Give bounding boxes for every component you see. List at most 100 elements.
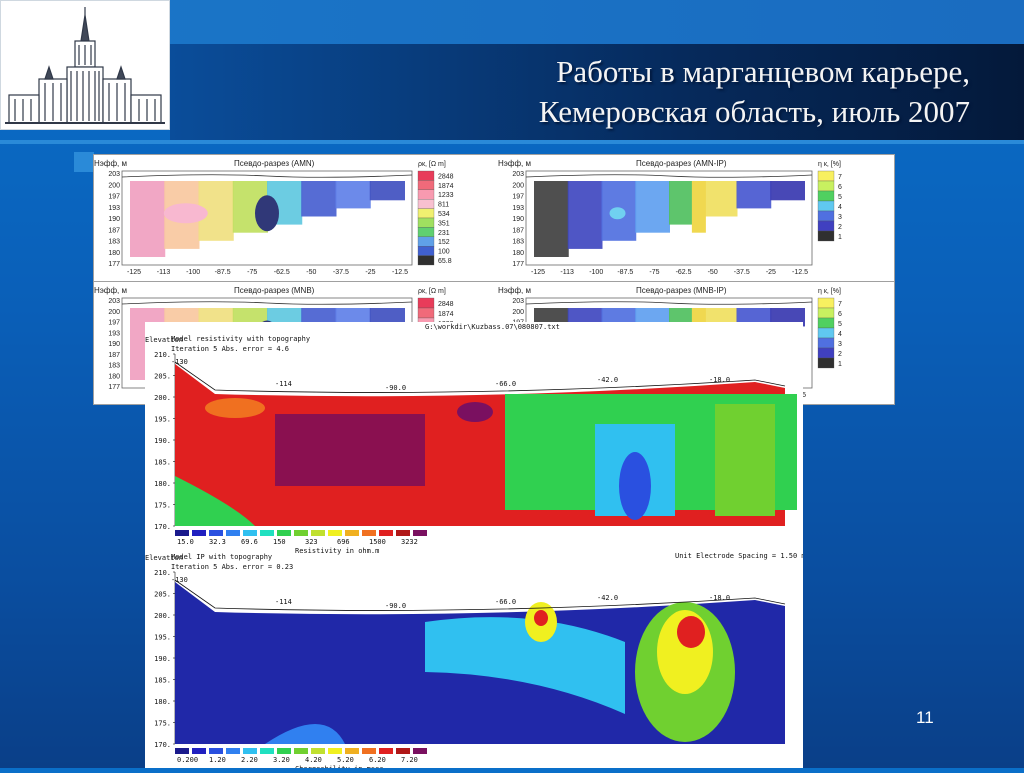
legend-swatch	[817, 297, 835, 309]
y-tick-label: 203	[108, 298, 120, 305]
model-title: Model IP with topography	[171, 553, 272, 561]
legend-value: 65.8	[438, 258, 452, 265]
section-y-label: Нэфф, м	[94, 286, 127, 295]
y-tick-label: 190	[108, 216, 120, 223]
legend-value: 3	[838, 341, 842, 348]
section-cell	[335, 181, 371, 209]
legend-swatch	[417, 227, 435, 237]
section-y-label: Нэфф, м	[94, 159, 127, 168]
scale-swatch	[226, 530, 240, 536]
y-tick-label: 200.	[154, 612, 171, 620]
legend-value: 1233	[438, 192, 454, 199]
legend-value: 3	[838, 214, 842, 221]
x-tick-label: -113	[560, 269, 574, 276]
x-tick-label: -50	[306, 269, 316, 276]
y-tick-label: 197	[108, 194, 120, 201]
position-label: -66.0	[495, 598, 516, 606]
legend-swatch	[817, 200, 835, 212]
x-tick-label: -75	[247, 269, 257, 276]
y-tick-label: 190.	[154, 437, 171, 445]
scale-swatch	[277, 748, 291, 754]
section-header: Псевдо-разрез (AMN-IP)	[636, 159, 727, 168]
section-cell	[534, 181, 569, 257]
anomaly	[609, 207, 626, 220]
x-tick-label: -100	[589, 269, 603, 276]
position-label: -114	[275, 598, 292, 606]
pseudo-section-1: Псевдо-разрез (AMN-IP) Нэфф, м 203 200 197 19…	[498, 159, 842, 276]
anomaly	[457, 402, 493, 422]
scale-value: 3232	[401, 538, 418, 546]
legend-swatch	[817, 347, 835, 359]
x-tick-label: -125	[531, 269, 545, 276]
position-label: -42.0	[597, 594, 618, 602]
y-tick-label: 190.	[154, 655, 171, 663]
anomaly	[163, 203, 208, 224]
position-label: -130	[171, 576, 188, 584]
legend-value: 7	[838, 301, 842, 308]
anomaly	[255, 195, 279, 232]
scale-swatch	[328, 748, 342, 754]
scale-swatch	[294, 748, 308, 754]
title-line-1: Работы в марганцевом карьере,	[556, 54, 970, 89]
legend-title: ρк, [Ω m]	[418, 288, 446, 295]
legend-swatch	[817, 307, 835, 319]
position-label: -18.0	[709, 376, 730, 384]
y-tick-label: 195.	[154, 634, 171, 642]
legend-swatch	[417, 217, 435, 228]
scale-swatch	[209, 530, 223, 536]
scale-swatch	[396, 530, 410, 536]
electrode-spacing: Unit Electrode Spacing = 1.50 m.	[675, 552, 803, 560]
legend-swatch	[417, 297, 435, 309]
anomaly	[715, 404, 775, 516]
legend-swatch	[417, 180, 435, 190]
scale-swatch	[243, 748, 257, 754]
scale-swatch	[260, 530, 274, 536]
y-tick-label: 177	[108, 384, 120, 391]
y-tick-label: 205.	[154, 591, 171, 599]
y-tick-label: 205.	[154, 373, 171, 381]
legend-value: 5	[838, 321, 842, 328]
page-number: 11	[916, 708, 934, 727]
position-label: -130	[171, 358, 188, 366]
x-tick-label: -62.5	[676, 269, 692, 276]
section-cell	[702, 181, 738, 217]
scale-value: 15.0	[177, 538, 194, 546]
section-header: Псевдо-разрез (MNB)	[234, 286, 315, 295]
scale-swatch	[311, 748, 325, 754]
section-cell	[369, 181, 405, 201]
legend-value: 811	[438, 202, 449, 209]
section-header: Псевдо-разрез (AMN)	[234, 159, 315, 168]
pseudo-sections-row-1: Псевдо-разрез (AMN) Нэфф, м 203 200 197 193 19…	[93, 154, 895, 282]
iteration-text: Iteration 5 Abs. error = 0.23	[171, 563, 293, 571]
y-tick-label: 185.	[154, 459, 171, 467]
anomaly	[619, 452, 651, 520]
x-tick-label: -75	[649, 269, 659, 276]
legend-swatch	[817, 170, 835, 182]
y-tick-label: 190	[512, 216, 524, 223]
scale-value: 2.20	[241, 756, 258, 764]
legend-swatch	[817, 220, 835, 232]
scale-value: 32.3	[209, 538, 226, 546]
y-tick-label: 185.	[154, 677, 171, 685]
pseudo-section-0: Псевдо-разрез (AMN) Нэфф, м 203 200 197 193 19…	[94, 159, 454, 276]
section-cell	[301, 181, 337, 217]
scale-value: 5.20	[337, 756, 354, 764]
scale-value: 4.20	[305, 756, 322, 764]
position-label: -18.0	[709, 594, 730, 602]
y-tick-label: 210.	[154, 569, 171, 577]
anomaly	[691, 181, 706, 233]
section-cell	[770, 181, 805, 201]
y-tick-label: 187	[108, 227, 120, 234]
title-line-2: Кемеровская область, июль 2007	[538, 94, 970, 129]
pseudo-section-plots-row-1: Псевдо-разрез (AMN) Нэфф, м 203 200 197 193 19…	[94, 159, 842, 276]
legend-value: 6	[838, 184, 842, 191]
legend-swatch	[817, 317, 835, 329]
y-tick-label: 190	[108, 341, 120, 348]
y-tick-label: 183	[512, 239, 524, 246]
legend-value: 1	[838, 361, 842, 368]
y-tick-label: 180	[108, 250, 120, 257]
y-tick-label: 175.	[154, 720, 171, 728]
building-icon	[5, 7, 165, 124]
y-tick-label: 193	[108, 205, 120, 212]
y-tick-label: 193	[512, 205, 524, 212]
